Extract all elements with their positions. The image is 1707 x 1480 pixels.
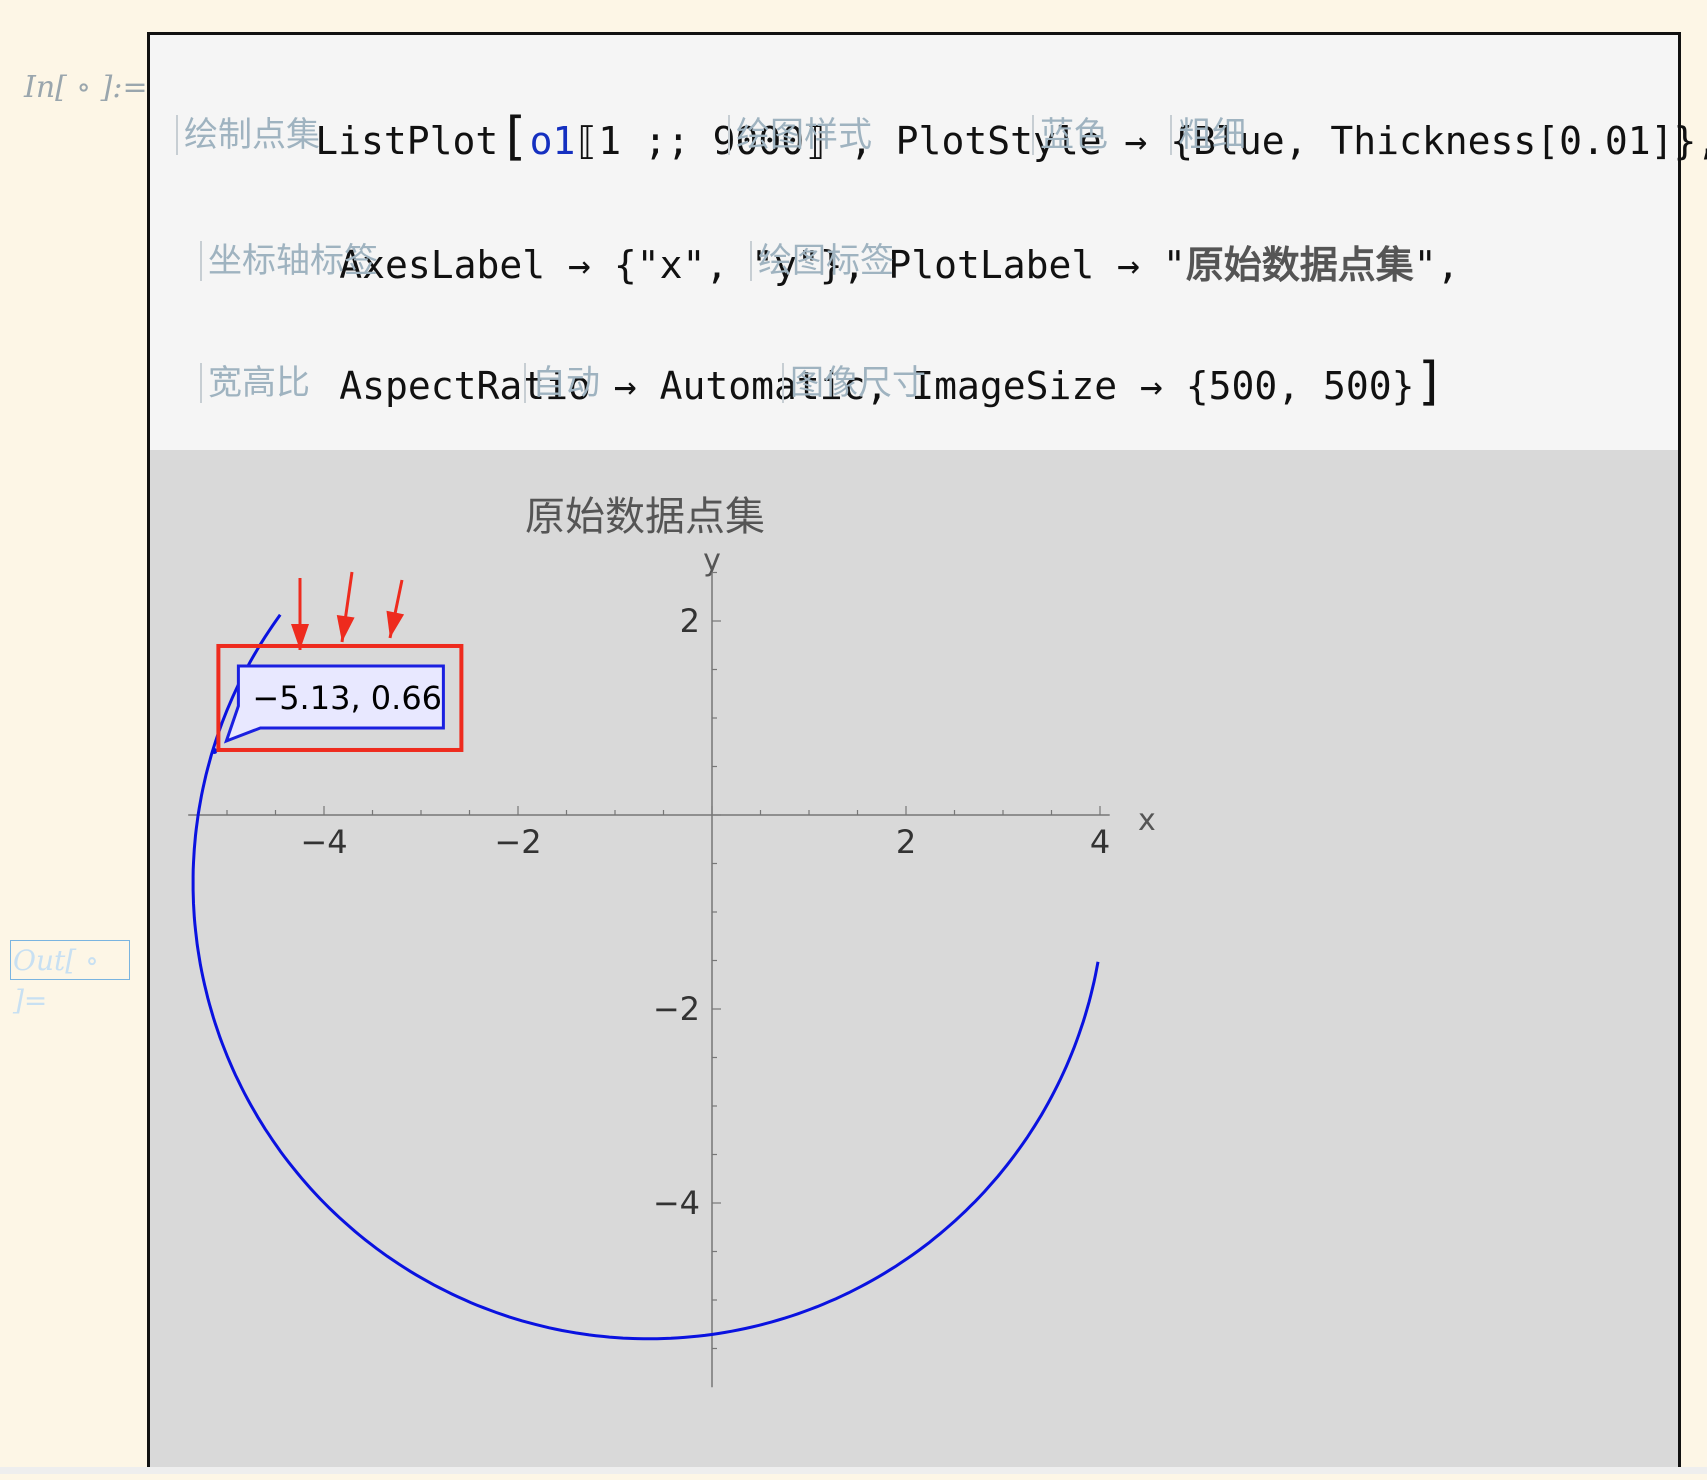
annotation-arrow-head <box>336 614 355 642</box>
hint-plotlabel: 绘图标签 <box>750 241 894 281</box>
code-line-1[interactable]: ListPlot[o1⟦1 ;; 9000⟧ , PlotStyle → {Bl… <box>178 63 1707 211</box>
y-tick-label: −2 <box>653 990 700 1028</box>
hint-plotstyle: 绘图样式 <box>728 115 872 155</box>
hint-thickness: 粗细 <box>1170 115 1246 155</box>
annotation-arrows <box>291 571 405 650</box>
page-bottom-rule <box>0 1467 1707 1474</box>
code-var-o1: o1 <box>529 119 576 163</box>
x-tick-label: −4 <box>300 823 347 861</box>
y-tick-label: −4 <box>653 1184 700 1222</box>
plot-title: 原始数据点集 <box>525 494 765 540</box>
code-fn-listplot: ListPlot <box>315 119 499 163</box>
input-code-area[interactable]: ListPlot[o1⟦1 ;; 9000⟧ , PlotStyle → {Bl… <box>150 35 1707 450</box>
hint-automatic: 自动 <box>524 363 600 403</box>
output-cell-label[interactable]: Out[ ∘ ]= <box>10 940 130 1017</box>
x-axis-label: x <box>1138 803 1156 838</box>
hint-axeslabel: 坐标轴标签 <box>200 241 378 281</box>
input-cell-label: In[ ∘ ]:= <box>24 70 148 105</box>
x-tick-label: −2 <box>494 823 541 861</box>
plot-output[interactable]: 原始数据点集 y x −4 −2 2 42−2−4 −5.13, 0.66 <box>150 450 1678 1480</box>
code-line-2-end: ", <box>1413 243 1460 287</box>
hint-aspectratio: 宽高比 <box>200 363 310 403</box>
y-tick-label: 2 <box>680 602 700 640</box>
hint-imagesize: 图像尺寸 <box>782 363 926 403</box>
open-bracket: [ <box>498 107 530 167</box>
x-tick-label: 2 <box>896 823 916 861</box>
code-plot-label-string: 原始数据点集 <box>1185 243 1414 287</box>
hint-listplot: 绘制点集 <box>176 115 320 155</box>
close-bracket: ] <box>1414 352 1446 412</box>
annotation-arrow-head <box>386 610 405 638</box>
tooltip-text: −5.13, 0.66 <box>252 679 442 717</box>
notebook-cell: ListPlot[o1⟦1 ;; 9000⟧ , PlotStyle → {Bl… <box>147 32 1707 1474</box>
hint-blue: 蓝色 <box>1032 115 1108 155</box>
x-tick-label: 4 <box>1090 823 1110 861</box>
